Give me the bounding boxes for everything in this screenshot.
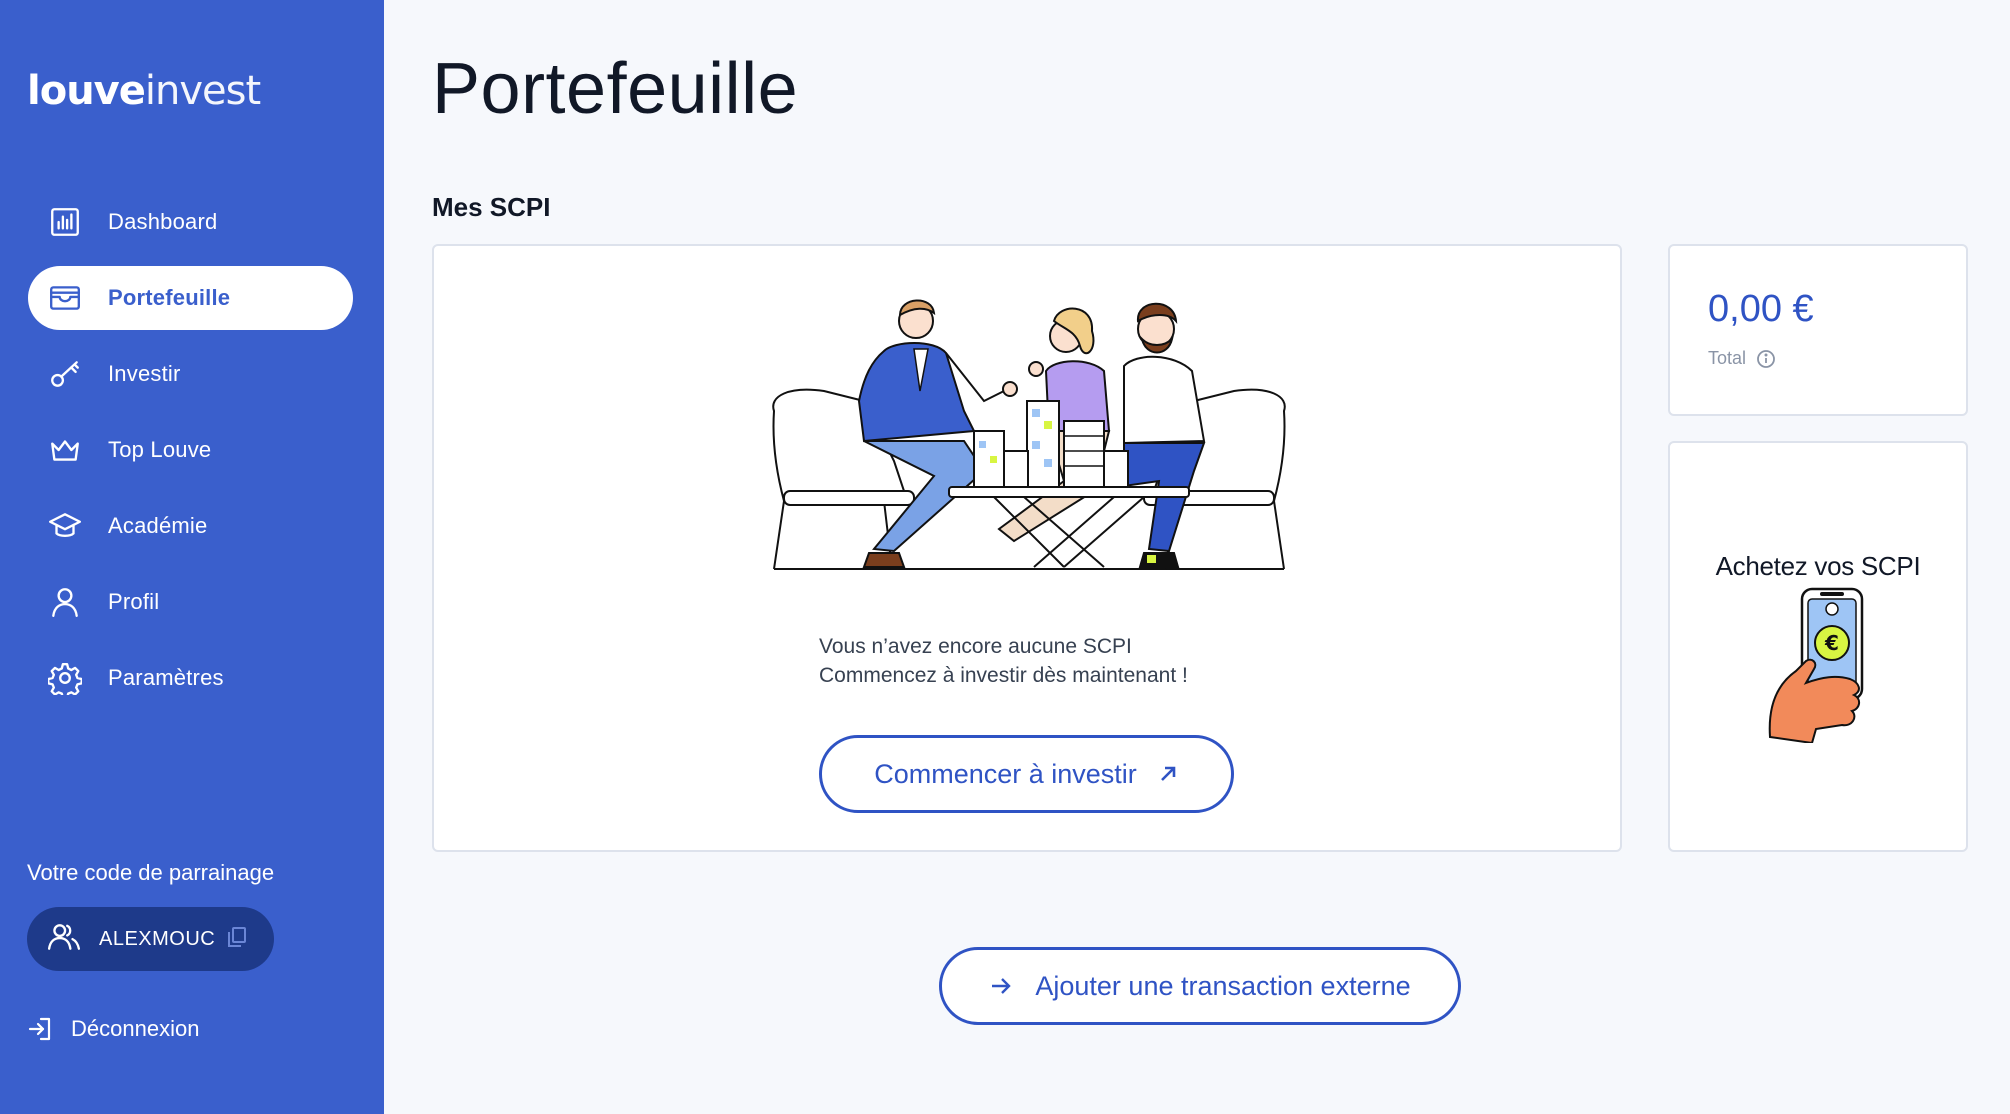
referral-code-button[interactable]: ALEXMOUC [27, 907, 274, 971]
nav-item-academie[interactable]: Académie [28, 494, 353, 558]
empty-state-message: Vous n’avez encore aucune SCPI Commencez… [819, 632, 1188, 690]
gear-icon [48, 661, 82, 695]
nav-item-parametres[interactable]: Paramètres [28, 646, 353, 710]
total-label-row: Total [1708, 348, 1776, 369]
meeting-illustration [772, 299, 1286, 570]
add-external-transaction-button[interactable]: Ajouter une transaction externe [939, 947, 1461, 1025]
logout-button[interactable]: Déconnexion [27, 1016, 199, 1042]
logout-icon [28, 1017, 51, 1041]
graduation-cap-icon [48, 509, 82, 543]
logo-part-1: louve [27, 68, 146, 114]
nav-label-academie: Académie [108, 513, 208, 538]
add-external-transaction-label: Ajouter une transaction externe [1035, 970, 1411, 1001]
total-label: Total [1708, 348, 1747, 368]
svg-text:€: € [1824, 631, 1839, 655]
nav-label-investir: Investir [108, 361, 181, 386]
total-amount: 0,00 € [1708, 288, 1814, 330]
page-title: Portefeuille [432, 49, 799, 129]
info-icon[interactable] [1756, 349, 1776, 369]
nav-label-dashboard: Dashboard [108, 209, 218, 234]
users-icon [47, 920, 81, 959]
nav-item-profil[interactable]: Profil [28, 570, 353, 634]
nav-label-top-louve: Top Louve [108, 437, 212, 462]
phone-euro-illustration: € [1768, 587, 1864, 743]
referral-label: Votre code de parrainage [27, 860, 275, 885]
nav-label-portefeuille: Portefeuille [108, 285, 231, 310]
main-nav: Dashboard Portefeuille Investir Top Louv… [28, 190, 353, 722]
nav-label-profil: Profil [108, 589, 160, 614]
buy-scpi-card[interactable]: Achetez vos SCPI € [1668, 441, 1968, 852]
crown-icon [48, 433, 82, 467]
logout-label: Déconnexion [71, 1016, 200, 1041]
copy-icon[interactable] [227, 926, 247, 953]
chart-icon [48, 205, 82, 239]
key-icon [48, 357, 82, 391]
user-icon [48, 585, 82, 619]
nav-label-parametres: Paramètres [108, 665, 224, 690]
logo-part-2: invest [144, 68, 261, 114]
total-card: 0,00 € Total [1668, 244, 1968, 416]
arrow-up-right-icon [1160, 766, 1176, 781]
nav-item-dashboard[interactable]: Dashboard [28, 190, 353, 254]
arrow-right-icon [992, 978, 1012, 994]
nav-item-portefeuille[interactable]: Portefeuille [28, 266, 353, 330]
empty-state-line-1: Vous n’avez encore aucune SCPI [819, 635, 1132, 658]
nav-item-investir[interactable]: Investir [28, 342, 353, 406]
nav-item-top-louve[interactable]: Top Louve [28, 418, 353, 482]
referral-code: ALEXMOUC [99, 927, 216, 950]
wallet-icon [48, 281, 82, 315]
start-investing-label: Commencer à investir [874, 758, 1137, 789]
buy-scpi-title: Achetez vos SCPI [1715, 551, 1921, 581]
section-title: Mes SCPI [432, 192, 551, 222]
louveinvest-logo[interactable]: louveinvest [27, 68, 261, 114]
scpi-empty-card: Vous n’avez encore aucune SCPI Commencez… [432, 244, 1622, 852]
sidebar: louveinvest Dashboard Portefeuille Inves… [0, 0, 384, 1114]
start-investing-button[interactable]: Commencer à investir [819, 735, 1234, 813]
empty-state-line-2: Commencez à investir dès maintenant ! [819, 664, 1188, 687]
